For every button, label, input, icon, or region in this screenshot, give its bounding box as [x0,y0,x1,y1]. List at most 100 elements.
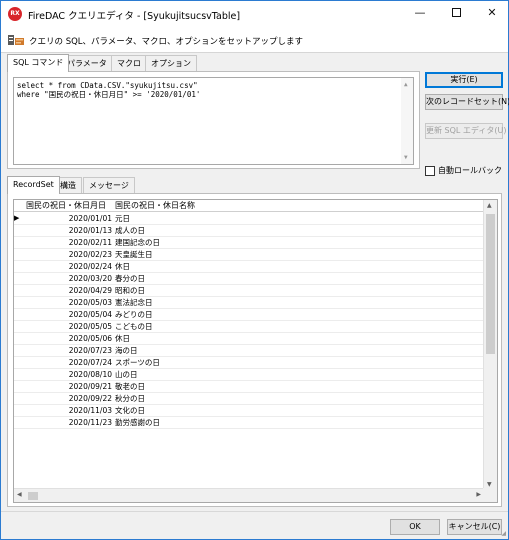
cell-holiday-name[interactable]: 秋分の日 [115,393,335,405]
column-header-name[interactable]: 国民の祝日・休日名称 [115,200,195,212]
grid-header: 国民の祝日・休日月日 国民の祝日・休日名称 [14,200,484,212]
ok-button[interactable]: OK [390,519,440,535]
table-row[interactable]: 2020/04/29 昭和の日 [14,285,484,297]
cell-holiday-name[interactable]: 元日 [115,213,335,225]
cell-date[interactable]: 2020/03/20 [26,273,112,285]
cell-date[interactable]: 2020/11/23 [26,417,112,429]
row-indicator [14,321,24,333]
tab-messages[interactable]: メッセージ [83,177,135,193]
cell-date[interactable]: 2020/07/23 [26,345,112,357]
cell-holiday-name[interactable]: 勤労感謝の日 [115,417,335,429]
scroll-up-icon[interactable]: ▲ [487,202,492,209]
row-indicator [14,225,24,237]
table-row[interactable]: 2020/02/24 休日 [14,261,484,273]
cell-date[interactable]: 2020/05/04 [26,309,112,321]
grid-horizontal-scrollbar[interactable]: ◀ ▶ [14,488,484,502]
table-row[interactable]: 2020/11/23 勤労感謝の日 [14,417,484,429]
cell-holiday-name[interactable]: 敬老の日 [115,381,335,393]
sql-editor[interactable]: select * from CData.CSV."syukujitsu.csv"… [13,77,414,165]
table-row[interactable]: 2020/01/13 成人の日 [14,225,484,237]
scrollbar-thumb[interactable] [486,214,495,354]
close-button[interactable]: ✕ [475,1,509,27]
sql-tabs: SQL コマンド パラメータ マクロ オプション [7,54,420,72]
cell-date[interactable]: 2020/09/22 [26,393,112,405]
table-row[interactable]: 2020/05/06 休日 [14,333,484,345]
sql-vertical-scrollbar[interactable]: ▲ ▼ [401,78,413,164]
row-indicator [14,345,24,357]
cell-holiday-name[interactable]: 天皇誕生日 [115,249,335,261]
cell-holiday-name[interactable]: 文化の日 [115,405,335,417]
table-row[interactable]: 2020/02/11 建国記念の日 [14,237,484,249]
table-row[interactable]: 2020/09/22 秋分の日 [14,393,484,405]
cell-holiday-name[interactable]: 成人の日 [115,225,335,237]
maximize-button[interactable] [439,1,473,27]
cell-date[interactable]: 2020/01/13 [26,225,112,237]
maximize-icon [451,7,461,17]
cell-date[interactable]: 2020/07/24 [26,357,112,369]
column-header-date[interactable]: 国民の祝日・休日月日 [26,200,112,212]
recordset-grid[interactable]: 国民の祝日・休日月日 国民の祝日・休日名称 ▶ 2020/01/01 元日 2020/… [13,199,498,503]
table-row[interactable]: 2020/08/10 山の日 [14,369,484,381]
title-bar[interactable]: RX FireDAC クエリエディタ - [SyukujitsucsvTable… [1,1,508,27]
table-row[interactable]: 2020/02/23 天皇誕生日 [14,249,484,261]
table-row[interactable]: 2020/07/24 スポーツの日 [14,357,484,369]
scroll-right-icon[interactable]: ▶ [476,491,481,498]
cell-holiday-name[interactable]: 休日 [115,261,335,273]
cell-date[interactable]: 2020/01/01 [26,213,112,225]
cell-holiday-name[interactable]: 休日 [115,333,335,345]
table-row[interactable]: 2020/03/20 春分の日 [14,273,484,285]
cell-holiday-name[interactable]: 昭和の日 [115,285,335,297]
scrollbar-thumb[interactable] [28,492,38,500]
cell-date[interactable]: 2020/05/06 [26,333,112,345]
row-indicator [14,297,24,309]
cancel-button[interactable]: キャンセル(C) [447,519,502,535]
cell-date[interactable]: 2020/05/03 [26,297,112,309]
cell-date[interactable]: 2020/04/29 [26,285,112,297]
row-indicator [14,249,24,261]
row-indicator [14,333,24,345]
tab-recordset[interactable]: RecordSet [7,176,60,194]
cell-date[interactable]: 2020/08/10 [26,369,112,381]
table-row[interactable]: 2020/05/05 こどもの日 [14,321,484,333]
cell-date[interactable]: 2020/02/24 [26,261,112,273]
cell-date[interactable]: 2020/09/21 [26,381,112,393]
scroll-down-icon[interactable]: ▼ [487,481,492,488]
sql-line: select * from CData.CSV."syukujitsu.csv" [17,81,198,90]
cell-holiday-name[interactable]: 憲法記念日 [115,297,335,309]
sql-command-panel: select * from CData.CSV."syukujitsu.csv"… [7,71,420,169]
cell-holiday-name[interactable]: スポーツの日 [115,357,335,369]
cell-date[interactable]: 2020/02/11 [26,237,112,249]
minimize-button[interactable]: — [403,1,437,27]
cell-holiday-name[interactable]: 山の日 [115,369,335,381]
execute-button[interactable]: 実行(E) [425,72,503,88]
row-indicator [14,273,24,285]
cell-holiday-name[interactable]: こどもの日 [115,321,335,333]
cell-date[interactable]: 2020/02/23 [26,249,112,261]
table-row[interactable]: 2020/07/23 海の日 [14,345,484,357]
next-recordset-button[interactable]: 次のレコードセット(N) [425,94,509,110]
scroll-up-icon[interactable]: ▲ [404,80,408,89]
tab-options[interactable]: オプション [145,55,197,71]
table-row[interactable]: 2020/11/03 文化の日 [14,405,484,417]
cell-date[interactable]: 2020/05/05 [26,321,112,333]
auto-rollback-label: 自動ロールバック [438,166,502,175]
cell-holiday-name[interactable]: 海の日 [115,345,335,357]
resize-grip-icon[interactable]: ◢ [501,530,506,537]
tab-sql-command[interactable]: SQL コマンド [7,54,70,72]
scroll-left-icon[interactable]: ◀ [17,491,22,498]
table-row[interactable]: 2020/05/03 憲法記念日 [14,297,484,309]
cell-date[interactable]: 2020/11/03 [26,405,112,417]
cell-holiday-name[interactable]: みどりの日 [115,309,335,321]
cell-holiday-name[interactable]: 建国記念の日 [115,237,335,249]
table-row[interactable]: 2020/05/04 みどりの日 [14,309,484,321]
scroll-down-icon[interactable]: ▼ [404,153,408,162]
cell-holiday-name[interactable]: 春分の日 [115,273,335,285]
update-sql-editor-button[interactable]: 更新 SQL エディタ(U) [425,123,506,139]
table-row[interactable]: 2020/09/21 敬老の日 [14,381,484,393]
auto-rollback-checkbox[interactable] [425,166,435,176]
window-title: FireDAC クエリエディタ - [SyukujitsucsvTable] [28,11,241,22]
tab-macros[interactable]: マクロ [111,55,147,71]
row-indicator [14,309,24,321]
grid-vertical-scrollbar[interactable]: ▲ ▼ [483,200,497,490]
table-row[interactable]: ▶ 2020/01/01 元日 [14,213,484,225]
